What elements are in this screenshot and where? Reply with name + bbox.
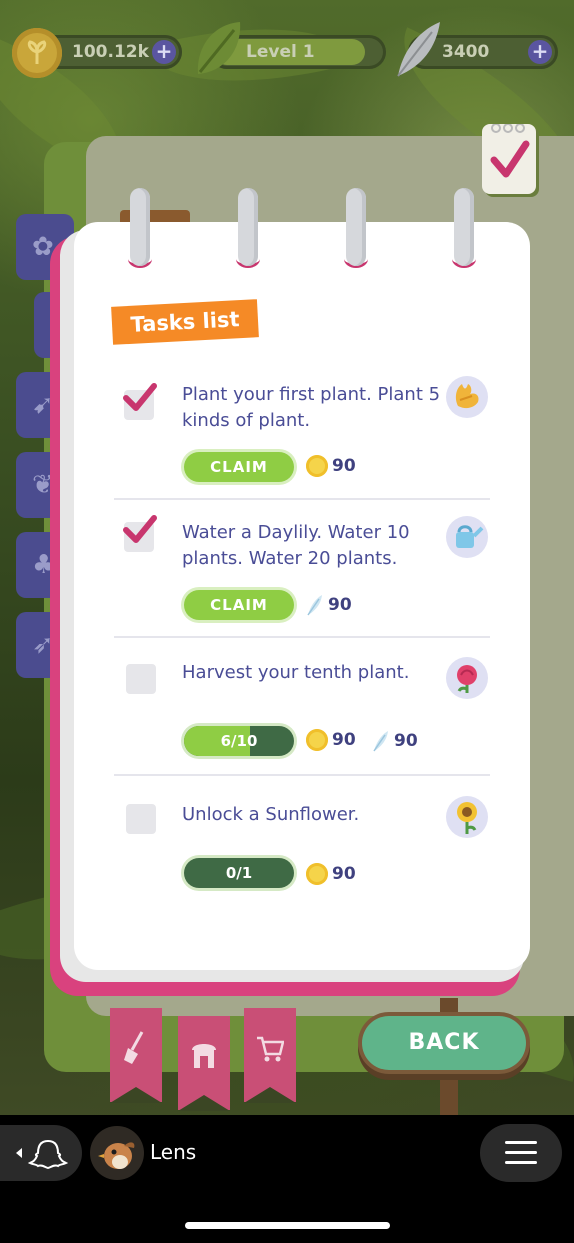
snapchat-back-button[interactable]: [0, 1125, 82, 1181]
task-checkbox: [126, 664, 156, 694]
task-description: Water a Daylily. Water 10 plants. Water …: [182, 522, 410, 569]
notebook-ring: [236, 188, 260, 276]
reward-coins: 90: [306, 729, 356, 751]
tasks-sticker: [482, 123, 536, 194]
leaf-icon: [197, 22, 241, 74]
hamburger-icon: [505, 1141, 537, 1164]
divider: [114, 636, 490, 638]
reward-coins: 90: [306, 863, 356, 885]
coin-icon: [306, 863, 328, 885]
ring-wire: [238, 188, 258, 266]
task-item: Water a Daylily. Water 10 plants. Water …: [114, 515, 490, 630]
coin-icon: [306, 729, 328, 751]
lens-avatar[interactable]: [90, 1126, 144, 1180]
checkmark-icon: [490, 123, 530, 178]
task-item: Plant your first plant. Plant 5 kinds of…: [114, 376, 490, 492]
shovel-icon: [124, 1031, 144, 1064]
coins-value: 100.12k: [72, 42, 149, 62]
claim-button[interactable]: CLAIM: [184, 452, 294, 482]
coin-icon: [12, 28, 62, 78]
reward-feathers: 90: [372, 729, 418, 753]
shop-icon: [192, 1044, 216, 1068]
ring-wire: [454, 188, 474, 266]
rose-icon: [446, 657, 488, 699]
feathers-value: 3400: [442, 42, 490, 62]
reward-value: 90: [332, 730, 356, 750]
task-checkbox: [126, 804, 156, 834]
feather-icon: [307, 595, 322, 616]
ghost-icon: [27, 1139, 69, 1169]
feather-icon: [373, 731, 388, 752]
back-button[interactable]: BACK: [362, 1016, 526, 1070]
chevron-left-icon: [16, 1148, 22, 1158]
task-item: Harvest your tenth plant. 6/10 90 90: [114, 657, 490, 770]
progress-label: 6/10: [220, 732, 258, 750]
task-item: Unlock a Sunflower. 0/1 90: [114, 796, 490, 912]
reward-value: 90: [328, 595, 352, 615]
divider: [114, 774, 490, 776]
level-label: Level 1: [246, 42, 315, 62]
checkmark-icon: [123, 383, 157, 411]
bookmark-shop[interactable]: [178, 1016, 230, 1111]
ring-wire: [346, 188, 366, 266]
checkmark-icon: [123, 515, 157, 543]
progress-label: 0/1: [225, 864, 253, 882]
add-coins-button[interactable]: +: [152, 40, 176, 64]
ring-wire: [130, 188, 150, 266]
cart-icon: [257, 1036, 284, 1062]
glove-icon: [446, 376, 488, 418]
bird-icon: [98, 1142, 135, 1169]
coin-icon: [306, 455, 328, 477]
task-progress-bar: 0/1: [184, 858, 294, 888]
reward-feathers: 90: [306, 593, 352, 617]
bookmark-shovel[interactable]: [110, 1008, 162, 1103]
task-description: Unlock a Sunflower.: [182, 804, 360, 825]
menu-button[interactable]: [480, 1124, 562, 1182]
reward-value: 90: [332, 456, 356, 476]
tasks-title: Tasks list: [111, 299, 259, 345]
divider: [114, 498, 490, 500]
task-description: Harvest your tenth plant.: [182, 662, 410, 683]
task-progress-bar: 6/10: [184, 726, 294, 756]
reward-value: 90: [332, 864, 356, 884]
home-indicator: [185, 1222, 390, 1229]
sunflower-icon: [446, 796, 488, 838]
task-description: Plant your first plant. Plant 5 kinds of…: [182, 384, 441, 431]
add-feathers-button[interactable]: +: [528, 40, 552, 64]
watering-can-icon: [446, 516, 488, 558]
lens-label: Lens: [150, 1140, 197, 1164]
reward-coins: 90: [306, 455, 356, 477]
feather-icon: [397, 22, 440, 77]
notebook-ring: [452, 188, 476, 276]
claim-button[interactable]: CLAIM: [184, 590, 294, 620]
reward-value: 90: [394, 731, 418, 751]
notebook-ring: [128, 188, 152, 276]
bookmark-cart[interactable]: [244, 1008, 296, 1103]
notebook-ring: [344, 188, 368, 276]
